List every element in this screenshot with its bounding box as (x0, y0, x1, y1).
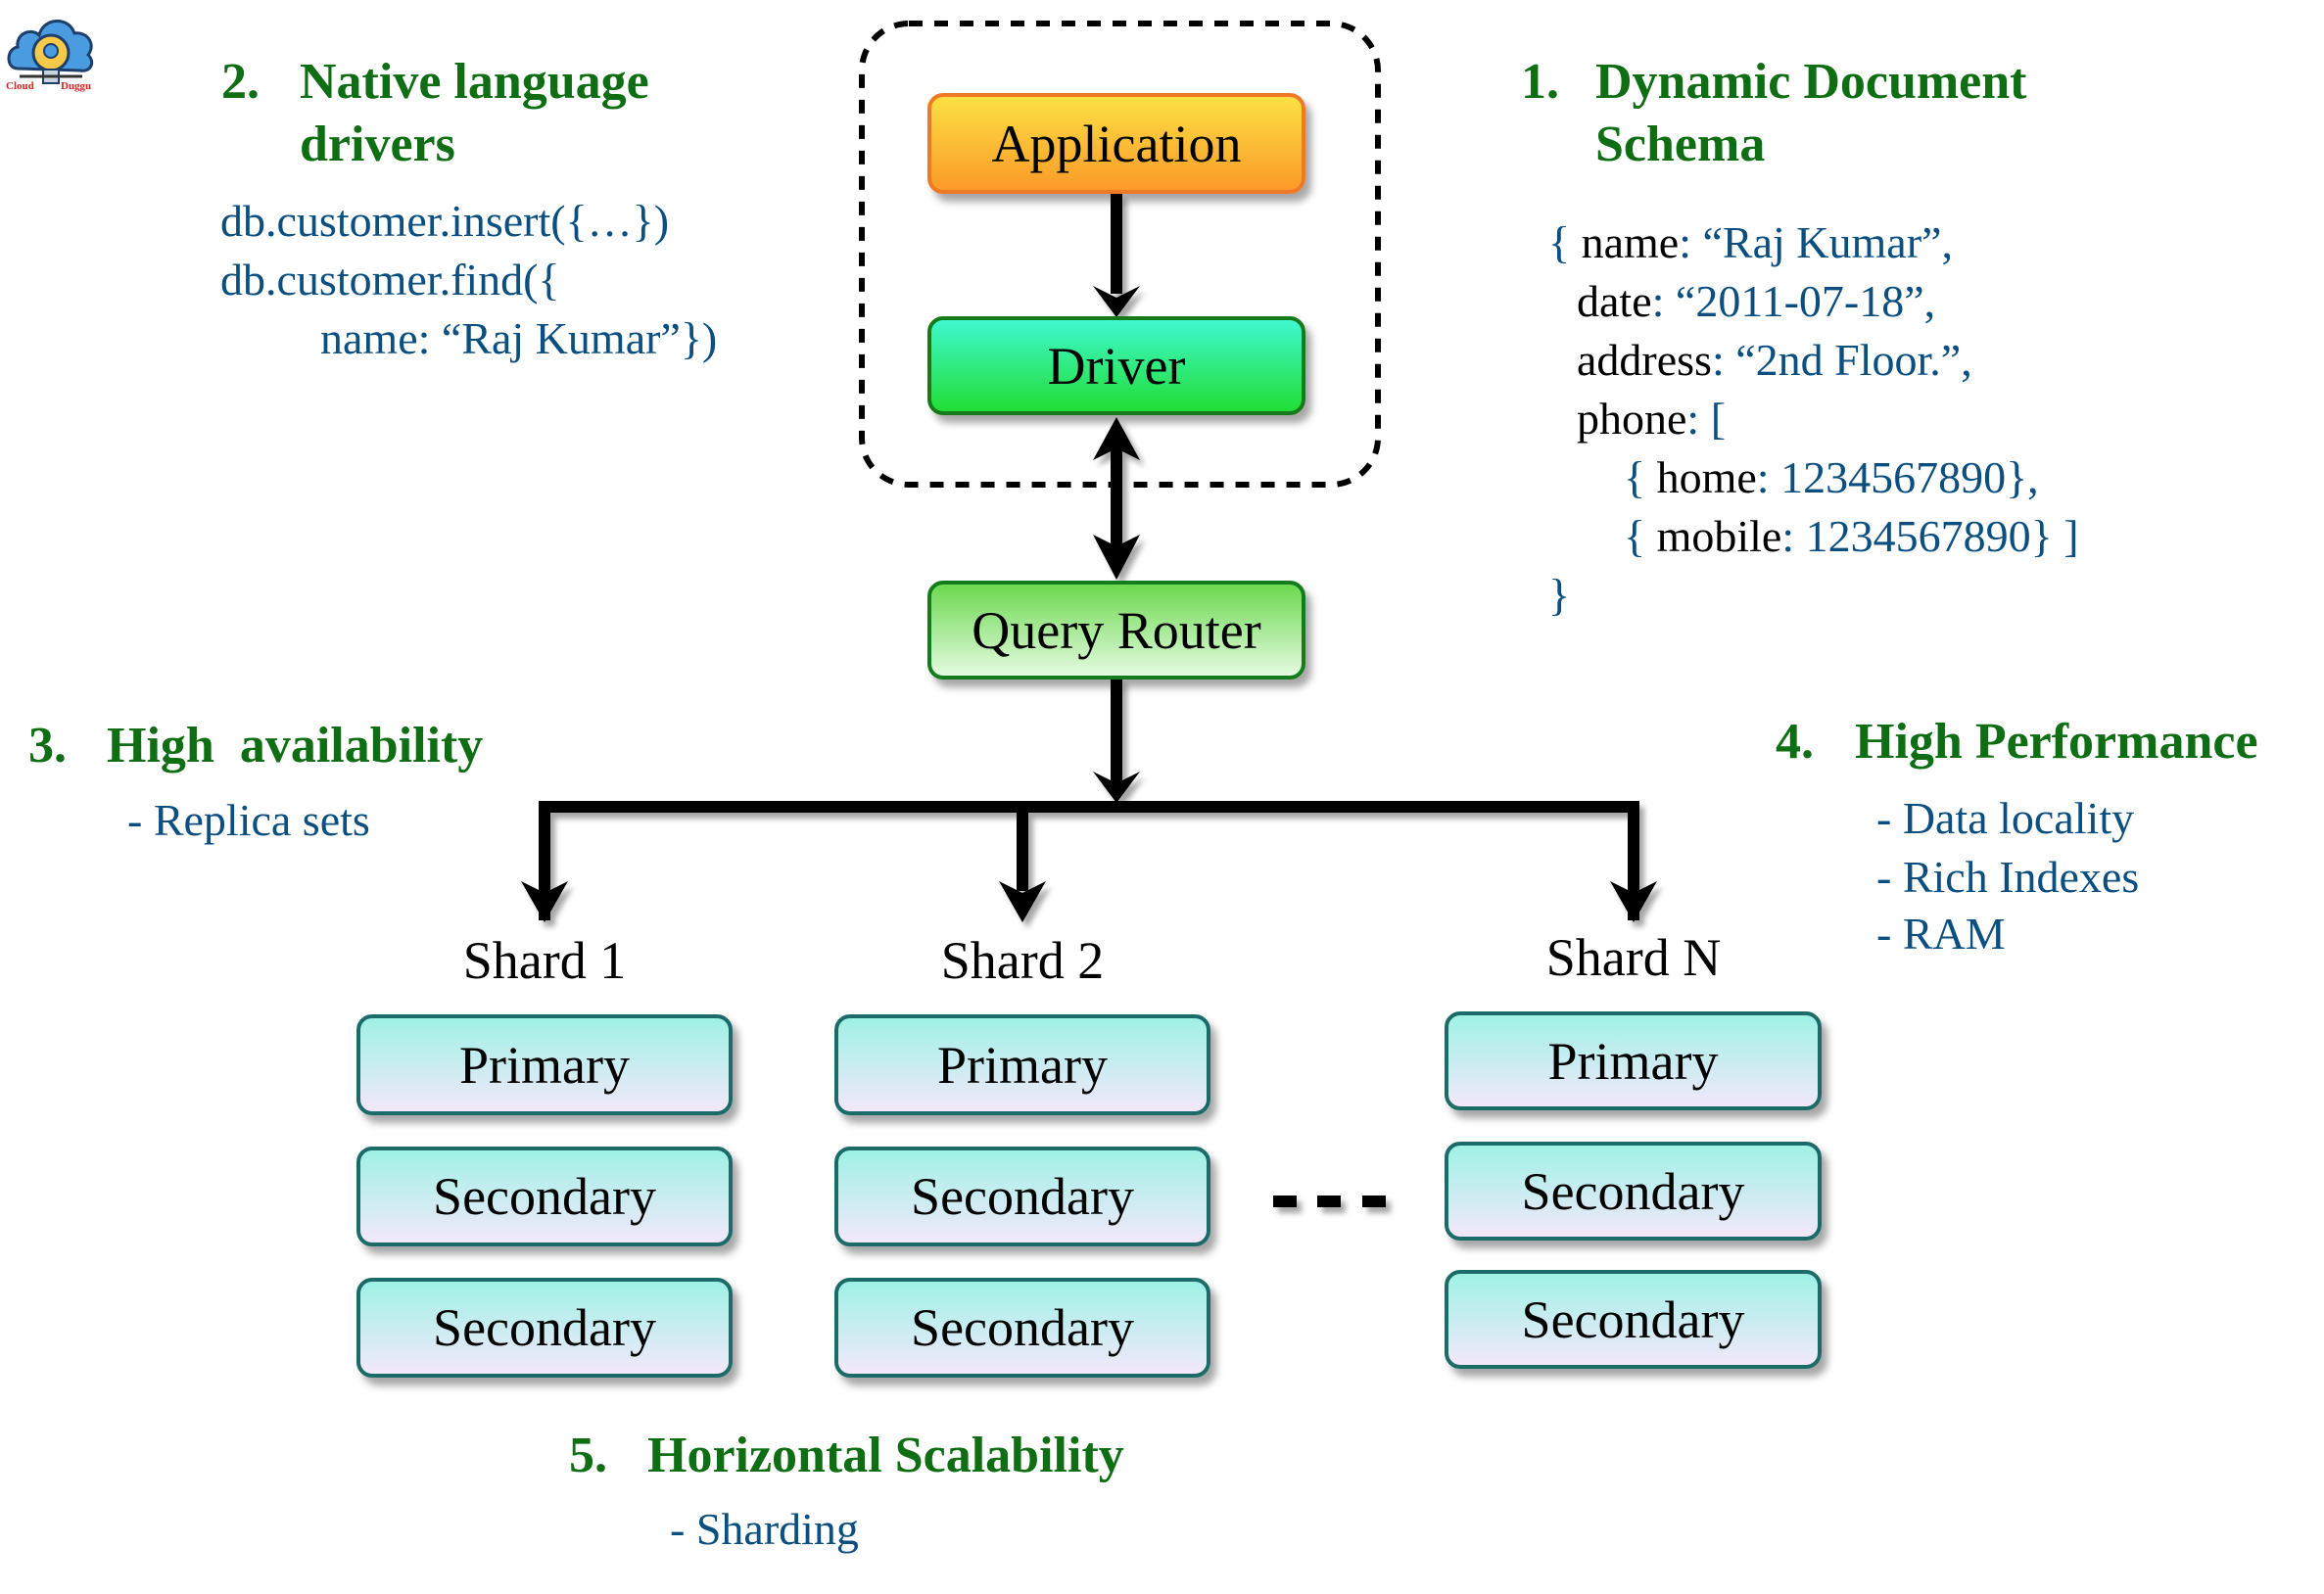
schema-value: “Raj Kumar”, (1702, 217, 1953, 267)
schema-brace: } (1548, 570, 1571, 620)
schema-colon: : (1651, 276, 1676, 326)
schema-value: 1234567890}, (1780, 452, 2039, 502)
schema-code-line: address: “2nd Floor.”, (1577, 331, 1972, 390)
driver-code-line: name: “Raj Kumar”}) (320, 313, 718, 363)
schema-colon: : (1711, 335, 1736, 385)
heading-text: Horizontal Scalability (647, 1428, 1124, 1483)
schema-colon: : (1781, 511, 1806, 561)
bullet-replica-sets: - Replica sets (127, 795, 370, 845)
bullet-data-locality: - Data locality (1876, 793, 2135, 843)
schema-colon: : (1679, 217, 1703, 267)
heading-number: 4. (1776, 714, 1814, 770)
driver-box: Driver (927, 316, 1305, 415)
heading-line-1: Native language (300, 54, 649, 110)
schema-colon: : (1756, 452, 1781, 502)
shard-label-1: Shard 1 (462, 931, 627, 990)
shard-label-n: Shard N (1545, 928, 1722, 987)
shard-n-primary: Primary (1445, 1011, 1822, 1110)
heading-number: 1. (1521, 54, 1559, 110)
schema-key: home (1656, 452, 1757, 502)
shard-n-secondary: Secondary (1445, 1142, 1822, 1241)
heading-number: 5. (569, 1428, 607, 1483)
shard-1-secondary: Secondary (356, 1278, 733, 1378)
ellipsis-dash (1273, 1196, 1297, 1207)
schema-key: date (1577, 276, 1652, 326)
shard-2-secondary: Secondary (834, 1147, 1210, 1246)
schema-value: “2nd Floor.”, (1735, 335, 1972, 385)
schema-brace: { (1548, 217, 1582, 267)
ellipsis-dash (1317, 1196, 1341, 1207)
shard-n-secondary: Secondary (1445, 1270, 1822, 1369)
shard-1-primary: Primary (356, 1014, 733, 1115)
distribution-bus (539, 801, 1639, 920)
shard-label-2: Shard 2 (940, 931, 1105, 990)
schema-value: [ (1710, 394, 1727, 444)
bullet-sharding: - Sharding (670, 1504, 859, 1554)
schema-brace: { (1624, 511, 1657, 561)
heading-number: 3. (28, 718, 67, 774)
schema-value: “2011-07-18”, (1675, 276, 1936, 326)
schema-colon: : (1686, 394, 1711, 444)
bullet-rich-indexes: - Rich Indexes (1876, 852, 2140, 902)
schema-key: name (1581, 217, 1680, 267)
schema-code-line: date: “2011-07-18”, (1577, 272, 1935, 331)
ellipsis-dash (1362, 1196, 1386, 1207)
schema-code-line: phone: [ (1577, 390, 1726, 448)
schema-code-line: { name: “Raj Kumar”, (1548, 213, 1953, 272)
shard-1-secondary: Secondary (356, 1147, 733, 1246)
driver-code-line: db.customer.insert({…}) (220, 196, 670, 246)
heading-text: High availability (107, 718, 484, 774)
schema-code-line: } (1548, 566, 1570, 625)
heading-line-1: Dynamic Document (1595, 54, 2027, 110)
schema-key: phone (1577, 394, 1687, 444)
heading-text: High Performance (1855, 714, 2258, 770)
query-router-box: Query Router (927, 581, 1305, 680)
shard-2-primary: Primary (834, 1014, 1210, 1115)
schema-brace: { (1624, 452, 1657, 502)
bullet-ram: - RAM (1876, 909, 2006, 959)
schema-value: 1234567890} ] (1805, 511, 2079, 561)
heading-line-2: Schema (1595, 117, 1766, 172)
schema-key: address (1577, 335, 1712, 385)
schema-code-line: { home: 1234567890}, (1624, 448, 2039, 507)
heading-line-2: drivers (300, 117, 455, 172)
schema-code-line: { mobile: 1234567890} ] (1624, 507, 2079, 566)
driver-code-line: db.customer.find({ (220, 255, 560, 305)
shard-2-secondary: Secondary (834, 1278, 1210, 1378)
application-box: Application (927, 93, 1305, 194)
schema-key: mobile (1656, 511, 1782, 561)
heading-number: 2. (221, 54, 260, 110)
